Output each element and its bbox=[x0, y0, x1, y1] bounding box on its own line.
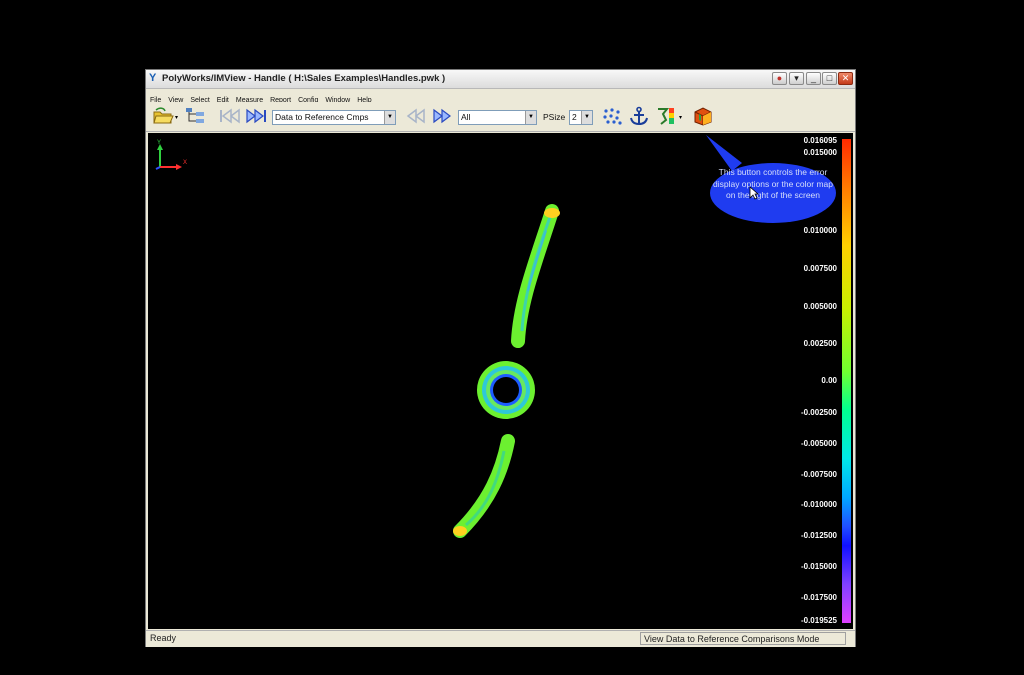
scale-label: -0.012500 bbox=[800, 531, 837, 540]
3d-viewport[interactable]: Y X This button controls the error displ… bbox=[148, 133, 853, 629]
psize-label: PSize bbox=[543, 112, 566, 122]
status-bar: Ready View Data to Reference Comparisons… bbox=[146, 630, 855, 647]
close-button[interactable]: ✕ bbox=[838, 72, 853, 85]
color-map-dropdown-arrow-icon[interactable]: ▾ bbox=[679, 114, 682, 121]
scale-label: 0.007500 bbox=[803, 264, 837, 273]
scale-label: 0.010000 bbox=[803, 226, 837, 235]
scale-label: -0.019525 bbox=[800, 616, 837, 625]
title-bar[interactable]: Y PolyWorks/IMView - Handle ( H:\Sales E… bbox=[146, 70, 855, 89]
chevron-down-icon[interactable]: ▼ bbox=[581, 111, 592, 124]
open-dropdown-arrow-icon[interactable]: ▾ bbox=[175, 114, 178, 121]
handle-part-model[interactable] bbox=[448, 201, 568, 551]
window-menu-button[interactable]: ▾ bbox=[789, 72, 804, 85]
scale-label: -0.002500 bbox=[800, 408, 837, 417]
scale-label: -0.015000 bbox=[800, 562, 837, 571]
scale-label: 0.00 bbox=[821, 376, 837, 385]
first-comparison-icon[interactable] bbox=[218, 106, 242, 126]
color-map-icon[interactable] bbox=[655, 106, 677, 126]
app-icon: Y bbox=[149, 72, 157, 84]
menu-bar: File View Select Edit Measure Report Config Win… bbox=[146, 89, 855, 104]
comparison-select-value: Data to Reference Cmps bbox=[275, 112, 369, 122]
last-comparison-icon[interactable] bbox=[244, 106, 268, 126]
status-text: Ready bbox=[150, 633, 177, 643]
scale-label: -0.017500 bbox=[800, 593, 837, 602]
previous-item-icon[interactable] bbox=[404, 106, 428, 126]
scale-label: 0.016095 bbox=[803, 136, 837, 145]
psize-select[interactable]: 2 ▼ bbox=[569, 110, 593, 125]
tree-view-icon[interactable] bbox=[184, 106, 208, 126]
error-display-cube-icon[interactable] bbox=[691, 106, 715, 126]
callout-pointer bbox=[706, 135, 742, 171]
mode-indicator: View Data to Reference Comparisons Mode bbox=[640, 632, 846, 645]
scale-label: -0.005000 bbox=[800, 439, 837, 448]
minimize-button[interactable]: _ bbox=[806, 72, 821, 85]
error-color-scale-bar bbox=[842, 139, 851, 623]
scale-label: 0.015000 bbox=[803, 148, 837, 157]
scale-label: -0.010000 bbox=[800, 500, 837, 509]
chevron-down-icon[interactable]: ▼ bbox=[384, 111, 395, 124]
filter-select-value: All bbox=[461, 112, 471, 122]
filter-select[interactable]: All ▼ bbox=[458, 110, 537, 125]
psize-select-value: 2 bbox=[572, 112, 577, 122]
open-folder-icon[interactable] bbox=[152, 106, 174, 126]
point-cloud-icon[interactable] bbox=[601, 106, 623, 126]
maximize-button[interactable]: □ bbox=[822, 72, 837, 85]
window-title: PolyWorks/IMView - Handle ( H:\Sales Exa… bbox=[162, 73, 446, 84]
pin-icon: ● bbox=[776, 73, 783, 83]
next-item-icon[interactable] bbox=[430, 106, 454, 126]
x-axis-label: X bbox=[183, 160, 187, 166]
mouse-cursor-icon bbox=[749, 186, 759, 200]
scale-label: 0.005000 bbox=[803, 302, 837, 311]
chevron-down-icon[interactable]: ▼ bbox=[525, 111, 536, 124]
help-pin-button[interactable]: ● bbox=[772, 72, 787, 85]
anchor-icon[interactable] bbox=[627, 106, 651, 126]
main-toolbar: ▾ Data to Reference Cmps ▼ All ▼ PSize 2… bbox=[146, 102, 855, 132]
y-axis-label: Y bbox=[157, 140, 161, 146]
scale-label: -0.007500 bbox=[800, 470, 837, 479]
axis-triad-icon: Y X bbox=[155, 140, 187, 170]
comparison-select[interactable]: Data to Reference Cmps ▼ bbox=[272, 110, 396, 125]
app-window: Y PolyWorks/IMView - Handle ( H:\Sales E… bbox=[145, 69, 856, 647]
scale-label: 0.002500 bbox=[803, 339, 837, 348]
